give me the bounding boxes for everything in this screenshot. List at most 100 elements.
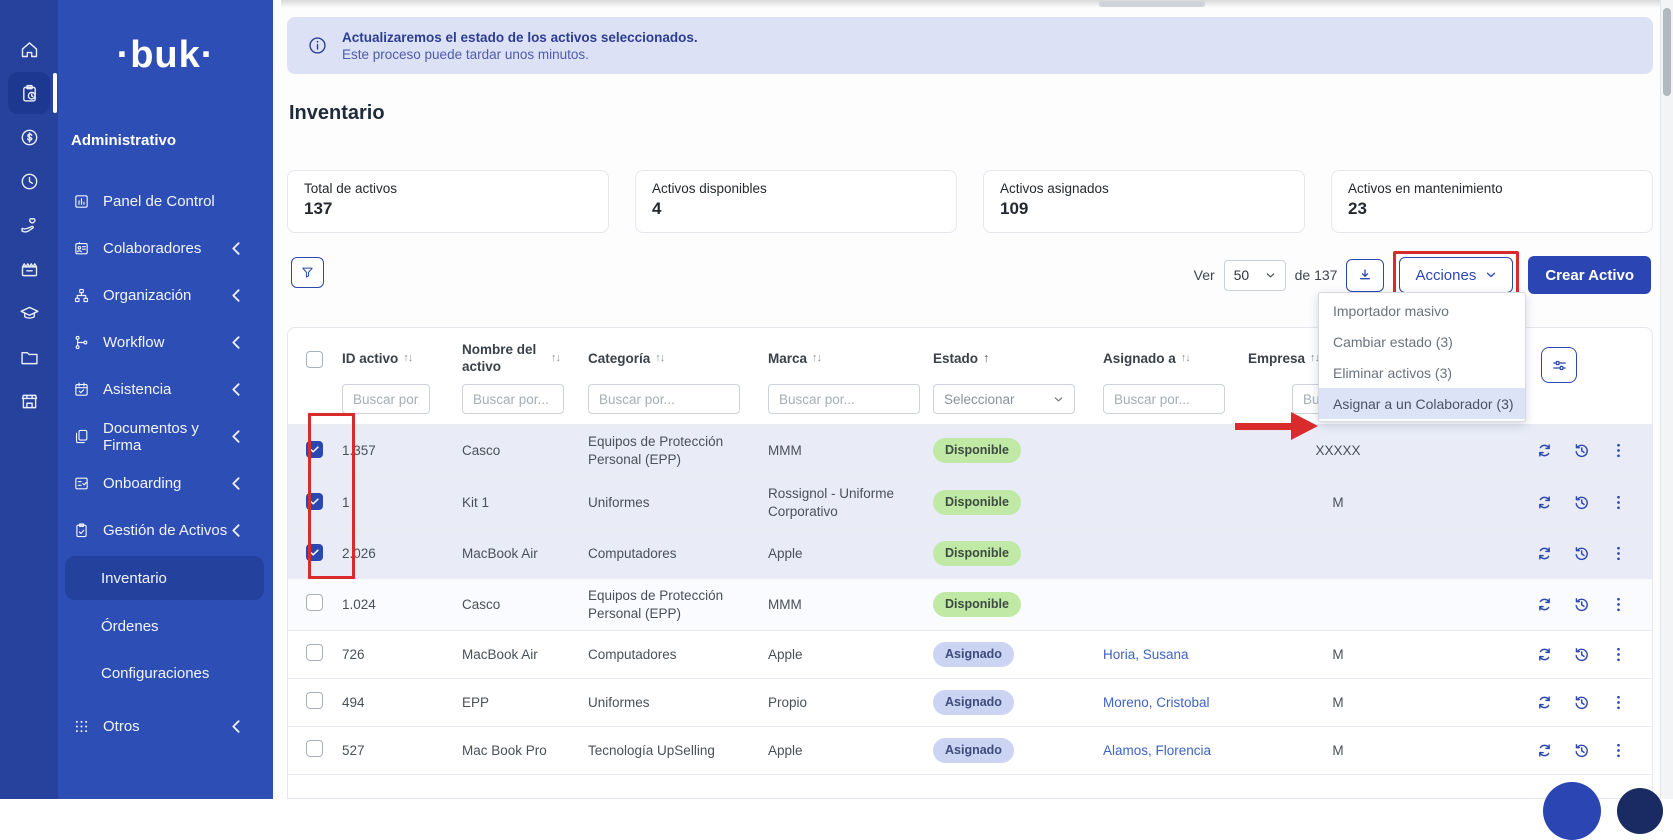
row-checkbox[interactable] <box>306 441 323 458</box>
assigned-person-link[interactable]: Alamos, Florencia <box>1103 743 1211 758</box>
cell-id: 494 <box>342 694 462 712</box>
refresh-icon[interactable] <box>1535 595 1554 614</box>
column-settings-button[interactable] <box>1541 347 1577 383</box>
history-icon[interactable] <box>1572 645 1591 664</box>
kebab-icon[interactable] <box>1609 645 1628 664</box>
rail-item-benefits[interactable] <box>8 204 50 246</box>
sidebar-item-otros[interactable]: Otros <box>58 703 273 750</box>
sidebar-item-calendar-check[interactable]: Asistencia <box>58 366 273 413</box>
sidebar-item-documents[interactable]: Documentos y Firma <box>58 413 273 460</box>
filter-button[interactable] <box>291 257 324 288</box>
column-header-nombre[interactable]: Nombre del activo↑↓ <box>462 342 588 376</box>
menu-item-1[interactable]: Cambiar estado (3) <box>1319 326 1525 357</box>
refresh-icon[interactable] <box>1535 741 1554 760</box>
assigned-person-link[interactable]: Horia, Susana <box>1103 647 1189 662</box>
sidebar-item-idcard[interactable]: Colaboradores <box>58 225 273 272</box>
sidebar-item-workflow[interactable]: Workflow <box>58 319 273 366</box>
sidebar-subitem-órdenes[interactable]: Órdenes <box>58 603 273 650</box>
estado-filter-select[interactable]: Seleccionar <box>933 384 1075 414</box>
history-icon[interactable] <box>1572 493 1591 512</box>
kebab-icon[interactable] <box>1609 544 1628 563</box>
row-checkbox[interactable] <box>306 692 323 709</box>
refresh-icon[interactable] <box>1535 693 1554 712</box>
cell-marca: Apple <box>768 545 933 563</box>
column-header-label: Estado <box>933 351 978 368</box>
chevron-left-icon <box>228 287 245 304</box>
estado-filter-value: Seleccionar <box>944 392 1015 407</box>
column-header-estado[interactable]: Estado↑ <box>933 351 1103 368</box>
refresh-icon[interactable] <box>1535 493 1554 512</box>
cell-estado: Disponible <box>933 490 1103 515</box>
menu-item-0[interactable]: Importador masivo <box>1319 295 1525 326</box>
rail-item-time[interactable] <box>8 160 50 202</box>
history-icon[interactable] <box>1572 693 1591 712</box>
actions-dropdown-menu: Importador masivoCambiar estado (3)Elimi… <box>1318 292 1526 422</box>
nombre-filter-input[interactable] <box>462 384 564 414</box>
refresh-icon[interactable] <box>1535 441 1554 460</box>
status-badge: Disponible <box>933 541 1021 566</box>
rail-item-folder[interactable] <box>8 336 50 378</box>
stats-cards: Total de activos137Activos disponibles4A… <box>287 170 1653 233</box>
sidebar-subitem-configuraciones[interactable]: Configuraciones <box>58 650 273 697</box>
rail-item-culture[interactable] <box>8 248 50 290</box>
select-all-checkbox[interactable] <box>306 351 323 368</box>
actions-button[interactable]: Acciones <box>1399 257 1513 293</box>
download-button[interactable] <box>1346 259 1384 292</box>
rail-item-home[interactable] <box>8 28 50 70</box>
horizontal-scrollbar[interactable] <box>281 0 1661 8</box>
kebab-icon[interactable] <box>1609 441 1628 460</box>
sidebar-subitem-inventario[interactable]: Inventario <box>65 556 264 600</box>
rail-item-marketplace[interactable] <box>8 380 50 422</box>
marca-filter-input[interactable] <box>768 384 920 414</box>
help-fab-button[interactable] <box>1543 782 1601 840</box>
categoria-filter-input[interactable] <box>588 384 740 414</box>
column-header-asig[interactable]: Asignado a↑↓ <box>1103 351 1248 368</box>
sidebar-item-panel[interactable]: Panel de Control <box>58 178 273 225</box>
menu-item-2[interactable]: Eliminar activos (3) <box>1319 357 1525 388</box>
kebab-icon[interactable] <box>1609 741 1628 760</box>
stat-card-value: 137 <box>304 199 592 219</box>
create-asset-button[interactable]: Crear Activo <box>1528 256 1651 294</box>
menu-item-3[interactable]: Asignar a un Colaborador (3) <box>1319 388 1525 419</box>
history-icon[interactable] <box>1572 441 1591 460</box>
row-checkbox[interactable] <box>306 594 323 611</box>
sidebar-item-clipboard-check[interactable]: Gestión de Activos <box>58 507 273 554</box>
history-icon[interactable] <box>1572 544 1591 563</box>
cell-estado: Asignado <box>933 738 1103 763</box>
id-filter-input[interactable] <box>342 384 430 414</box>
assigned-person-link[interactable]: Moreno, Cristobal <box>1103 695 1210 710</box>
sort-both-icon: ↑↓ <box>655 352 664 366</box>
cell-actions <box>1438 595 1634 614</box>
history-icon[interactable] <box>1572 741 1591 760</box>
asignado-filter-input[interactable] <box>1103 384 1225 414</box>
table-row: 527Mac Book ProTecnología UpSellingApple… <box>288 726 1652 774</box>
sidebar-item-org[interactable]: Organización <box>58 272 273 319</box>
rail-item-payments[interactable] <box>8 116 50 158</box>
cell-marca: MMM <box>768 596 933 614</box>
rail-item-tasks-clipboard[interactable] <box>8 72 50 114</box>
row-checkbox[interactable] <box>306 493 323 510</box>
row-checkbox[interactable] <box>306 544 323 561</box>
kebab-icon[interactable] <box>1609 693 1628 712</box>
history-icon[interactable] <box>1572 595 1591 614</box>
column-header-id[interactable]: ID activo↑↓ <box>342 351 462 368</box>
kebab-icon[interactable] <box>1609 493 1628 512</box>
row-checkbox[interactable] <box>306 740 323 757</box>
hscroll-thumb[interactable] <box>1099 1 1205 7</box>
vertical-scrollbar[interactable] <box>1660 0 1673 799</box>
page-size-select[interactable]: 50 <box>1224 260 1286 291</box>
refresh-icon[interactable] <box>1535 645 1554 664</box>
column-header-marca[interactable]: Marca↑↓ <box>768 351 933 368</box>
vscroll-thumb[interactable] <box>1663 8 1671 96</box>
row-checkbox[interactable] <box>306 644 323 661</box>
kebab-icon[interactable] <box>1609 595 1628 614</box>
rail-item-training[interactable] <box>8 292 50 334</box>
sidebar-item-label: Panel de Control <box>103 193 215 210</box>
refresh-icon[interactable] <box>1535 544 1554 563</box>
sidebar-item-onboarding[interactable]: Onboarding <box>58 460 273 507</box>
stat-card-0: Total de activos137 <box>287 170 609 233</box>
secondary-fab-button[interactable] <box>1617 788 1663 834</box>
cell-categoria: Uniformes <box>588 494 768 512</box>
column-header-cat[interactable]: Categoría↑↓ <box>588 351 768 368</box>
cell-empresa: M <box>1248 494 1438 512</box>
